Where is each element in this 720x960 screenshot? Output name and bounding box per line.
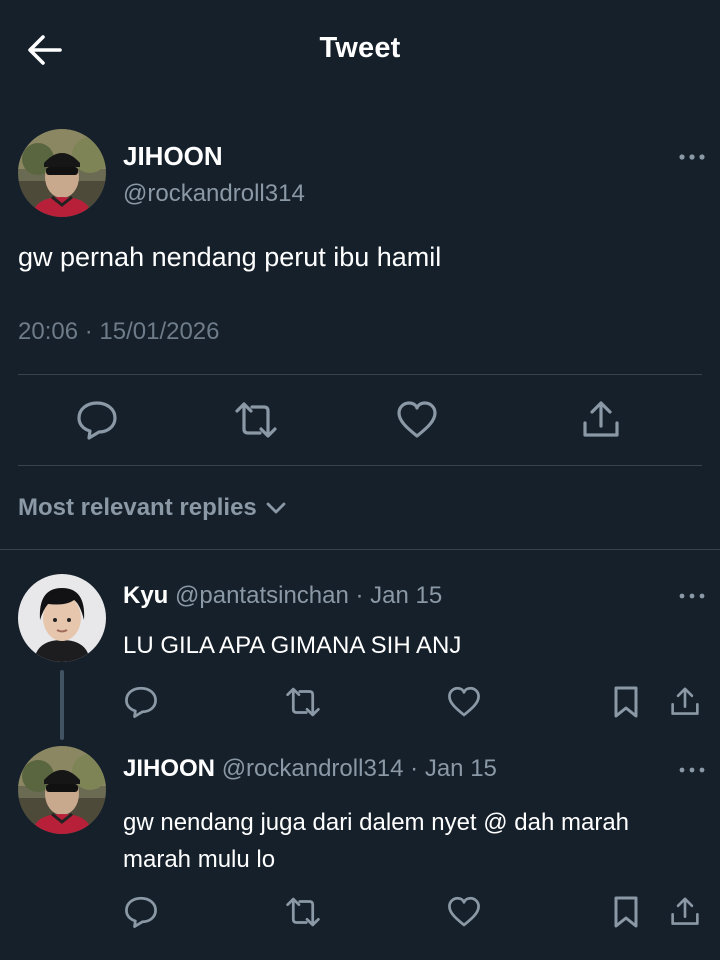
reply-author-name[interactable]: Kyu — [123, 582, 168, 609]
reply-date[interactable]: Jan 15 — [370, 582, 442, 609]
retweet-button[interactable] — [233, 399, 279, 441]
thread-line — [60, 670, 64, 740]
reply-icon — [125, 896, 157, 928]
chevron-down-icon — [266, 502, 286, 514]
divider — [18, 465, 702, 466]
divider — [18, 374, 702, 375]
separator: · — [410, 755, 419, 782]
share-icon — [671, 687, 699, 715]
reply-icon — [77, 401, 117, 440]
reply-button[interactable] — [75, 399, 119, 441]
like-icon — [448, 896, 480, 927]
bookmark-button[interactable] — [611, 685, 641, 719]
like-icon — [397, 401, 437, 438]
retweet-icon — [286, 897, 320, 927]
reply-button[interactable] — [123, 685, 159, 719]
reply-button[interactable] — [123, 895, 159, 929]
retweet-button[interactable] — [284, 895, 322, 929]
tweet-text: gw pernah nendang perut ibu hamil — [18, 242, 442, 272]
author-handle[interactable]: @rockandroll314 — [123, 180, 305, 208]
bookmark-button[interactable] — [611, 895, 641, 929]
separator: · — [355, 582, 364, 609]
reply-author-name[interactable]: JIHOON — [123, 755, 215, 782]
reply-icon — [125, 686, 157, 718]
reply-author-handle[interactable]: @rockandroll314 — [222, 755, 404, 782]
tweet-timestamp[interactable]: 20:06 · 15/01/2026 — [18, 318, 220, 346]
bookmark-icon — [614, 686, 638, 718]
reply-author-handle[interactable]: @pantatsinchan — [175, 582, 349, 609]
author-name[interactable]: JIHOON — [123, 141, 223, 172]
more-options-icon[interactable] — [678, 151, 706, 163]
replies-sort-label: Most relevant replies — [18, 494, 257, 521]
divider — [0, 549, 720, 550]
avatar[interactable] — [18, 129, 106, 217]
replies-sort-dropdown[interactable]: Most relevant replies — [18, 494, 287, 522]
bookmark-icon — [614, 896, 638, 928]
share-button[interactable] — [668, 685, 702, 719]
avatar-image — [18, 574, 106, 662]
like-button[interactable] — [395, 399, 439, 441]
avatar-image — [18, 129, 106, 217]
avatar-image — [18, 746, 106, 834]
share-button[interactable] — [579, 399, 623, 441]
reply-date[interactable]: Jan 15 — [425, 755, 497, 782]
more-options-icon[interactable] — [678, 590, 706, 602]
retweet-icon — [235, 402, 277, 438]
reply-text: LU GILA APA GIMANA SIH ANJ — [123, 632, 462, 659]
reply-header: JIHOON @rockandroll314 · Jan 15 — [123, 755, 497, 783]
avatar[interactable] — [18, 746, 106, 834]
share-button[interactable] — [668, 895, 702, 929]
like-icon — [448, 686, 480, 717]
like-button[interactable] — [446, 895, 482, 929]
retweet-button[interactable] — [284, 685, 322, 719]
reply-text: gw nendang juga dari dalem nyet @ dah ma… — [123, 809, 630, 873]
more-options-icon[interactable] — [678, 764, 706, 776]
retweet-icon — [286, 687, 320, 717]
share-icon — [583, 401, 619, 437]
page-title: Tweet — [319, 32, 401, 64]
share-icon — [671, 897, 699, 925]
like-button[interactable] — [446, 685, 482, 719]
reply-header: Kyu @pantatsinchan · Jan 15 — [123, 582, 442, 610]
avatar[interactable] — [18, 574, 106, 662]
